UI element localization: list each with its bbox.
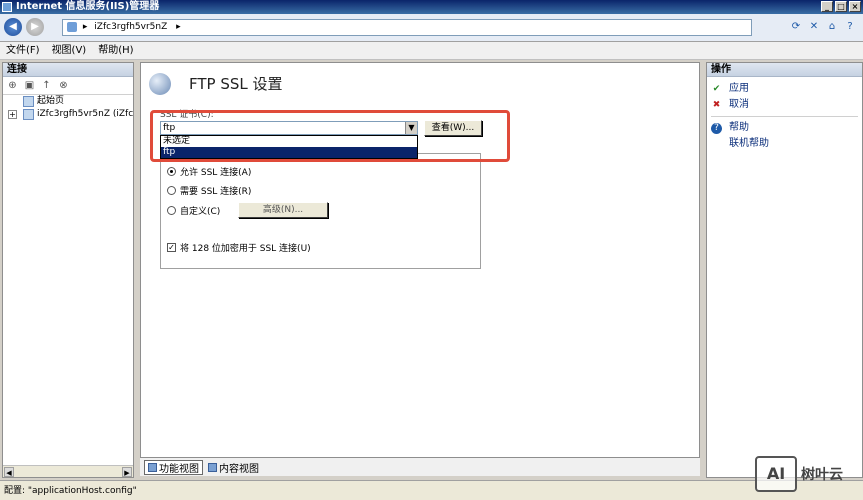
server-icon xyxy=(67,21,77,32)
address-path[interactable]: iZfc3rgfh5vr5nZ xyxy=(94,22,167,32)
connections-toolbar: ⊕ ▣ ↑ ⊗ xyxy=(3,77,133,95)
refresh-icon[interactable]: ⟳ xyxy=(789,20,803,34)
window-title: Internet 信息服务(IIS)管理器 xyxy=(16,1,160,12)
ssl-certificate-value: ftp xyxy=(163,123,176,133)
custom-radio[interactable] xyxy=(167,206,176,215)
require-ssl-radio[interactable] xyxy=(167,186,176,195)
apply-action[interactable]: ✔ 应用 xyxy=(707,81,862,97)
tree-item-start-page[interactable]: 起始页 xyxy=(3,95,133,108)
tree-item-server[interactable]: + iZfc3rgfh5vr5nZ (iZfc xyxy=(3,108,133,121)
save-icon[interactable]: ▣ xyxy=(23,79,36,92)
cancel-icon: ✖ xyxy=(712,100,721,110)
title-bar: Internet 信息服务(IIS)管理器 _ □ × xyxy=(0,0,863,14)
ftp-ssl-globe-icon xyxy=(149,73,171,95)
stop-icon[interactable]: ✕ xyxy=(807,20,821,34)
actions-header: 操作 xyxy=(707,63,862,77)
iis-app-icon xyxy=(2,2,12,12)
custom-option[interactable]: 自定义(C) xyxy=(167,204,220,217)
help-label: 帮助 xyxy=(729,122,749,133)
menu-help[interactable]: 帮助(H) xyxy=(98,42,133,59)
window-controls: _ □ × xyxy=(821,1,861,12)
expand-icon[interactable]: + xyxy=(8,110,17,119)
allow-ssl-option[interactable]: 允许 SSL 连接(A) xyxy=(167,165,251,178)
online-help-label: 联机帮助 xyxy=(729,138,769,149)
chevron-down-icon[interactable]: ▼ xyxy=(405,122,417,134)
start-page-icon xyxy=(23,96,34,107)
content-view-icon xyxy=(208,462,217,472)
status-bar: 配置: "applicationHost.config" xyxy=(0,480,863,500)
help-icon[interactable]: ? xyxy=(843,20,857,34)
allow-ssl-radio[interactable] xyxy=(167,167,176,176)
scroll-left-icon[interactable]: ◀ xyxy=(4,467,14,477)
use-128-bit-checkbox[interactable]: ✓ xyxy=(167,243,176,252)
cancel-action[interactable]: ✖ 取消 xyxy=(707,97,862,113)
apply-label: 应用 xyxy=(729,83,749,94)
back-arrow-icon[interactable]: ◀ xyxy=(4,18,22,36)
require-ssl-option[interactable]: 需要 SSL 连接(R) xyxy=(167,184,251,197)
forward-arrow-icon[interactable]: ▶ xyxy=(26,18,44,36)
address-input[interactable]: ▸ iZfc3rgfh5vr5nZ ▸ xyxy=(62,19,752,36)
page-title: FTP SSL 设置 xyxy=(189,75,283,93)
feature-panel: FTP SSL 设置 SSL 证书(C): ftp ▼ 未选定 ftp 查看(W… xyxy=(140,62,700,458)
menu-view[interactable]: 视图(V) xyxy=(52,42,87,59)
custom-label: 自定义(C) xyxy=(180,207,221,217)
tab-feature-view[interactable]: 功能视图 xyxy=(144,459,203,475)
maximize-button[interactable]: □ xyxy=(835,1,847,12)
ssl-certificate-select[interactable]: ftp ▼ xyxy=(160,121,418,135)
tab-content-view-label: 内容视图 xyxy=(219,463,259,475)
use-128-bit-label: 将 128 位加密用于 SSL 连接(U) xyxy=(180,244,311,254)
ssl-certificate-dropdown: 未选定 ftp xyxy=(160,135,418,159)
allow-ssl-label: 允许 SSL 连接(A) xyxy=(180,168,252,178)
require-ssl-label: 需要 SSL 连接(R) xyxy=(180,187,252,197)
tab-content-view[interactable]: 内容视图 xyxy=(205,460,262,475)
status-text: 配置: "applicationHost.config" xyxy=(4,486,137,496)
watermark: AI 树叶云 xyxy=(755,454,859,494)
home-icon[interactable]: ⌂ xyxy=(825,20,839,34)
up-icon[interactable]: ↑ xyxy=(40,79,53,92)
address-separator: ▸ xyxy=(82,22,88,32)
ssl-certificate-label: SSL 证书(C): xyxy=(160,110,214,120)
tree-item-label: iZfc3rgfh5vr5nZ (iZfc xyxy=(37,109,133,119)
address-trail[interactable]: ▸ xyxy=(176,22,181,32)
horizontal-scrollbar[interactable]: ◀ ▶ xyxy=(3,465,133,477)
actions-divider xyxy=(711,116,858,117)
close-button[interactable]: × xyxy=(849,1,861,12)
tab-feature-view-label: 功能视图 xyxy=(159,463,199,475)
address-toolbar: ◀ ▶ ▸ iZfc3rgfh5vr5nZ ▸ ⟳ ✕ ⌂ ? xyxy=(0,14,863,42)
watermark-text: 树叶云 xyxy=(801,467,843,483)
menu-file[interactable]: 文件(F) xyxy=(6,42,40,59)
ssl-policy-group: 允许 SSL 连接(A) 需要 SSL 连接(R) 自定义(C) 高级(N)..… xyxy=(160,153,481,269)
feature-view-icon xyxy=(148,462,157,472)
cancel-label: 取消 xyxy=(729,99,749,110)
view-tabs: 功能视图 内容视图 xyxy=(140,458,700,476)
advanced-button[interactable]: 高级(N)... xyxy=(238,202,328,218)
actions-panel: 操作 ✔ 应用 ✖ 取消 ? 帮助 联机帮助 xyxy=(706,62,863,478)
connections-panel: 连接 ⊕ ▣ ↑ ⊗ 起始页 + iZfc3rgfh5vr5nZ (iZfc ◀… xyxy=(2,62,134,478)
help-action[interactable]: ? 帮助 xyxy=(707,120,862,136)
view-certificate-button[interactable]: 查看(W)... xyxy=(424,120,482,136)
scroll-right-icon[interactable]: ▶ xyxy=(122,467,132,477)
server-icon xyxy=(23,109,34,120)
help-icon: ? xyxy=(711,123,722,134)
use-128-bit-option[interactable]: ✓ 将 128 位加密用于 SSL 连接(U) xyxy=(167,241,311,254)
disconnect-icon[interactable]: ⊗ xyxy=(57,79,70,92)
minimize-button[interactable]: _ xyxy=(821,1,833,12)
dropdown-option-unselected[interactable]: 未选定 xyxy=(161,136,417,147)
address-toolbar-icons: ⟳ ✕ ⌂ ? xyxy=(789,20,857,34)
tree-item-label: 起始页 xyxy=(37,96,65,106)
apply-icon: ✔ xyxy=(712,84,721,94)
menu-bar: 文件(F) 视图(V) 帮助(H) xyxy=(0,42,863,60)
dropdown-option-ftp[interactable]: ftp xyxy=(161,147,417,158)
online-help-action[interactable]: 联机帮助 xyxy=(707,136,862,152)
watermark-logo: AI xyxy=(755,456,797,492)
connections-header: 连接 xyxy=(3,63,133,77)
connect-icon[interactable]: ⊕ xyxy=(6,79,19,92)
